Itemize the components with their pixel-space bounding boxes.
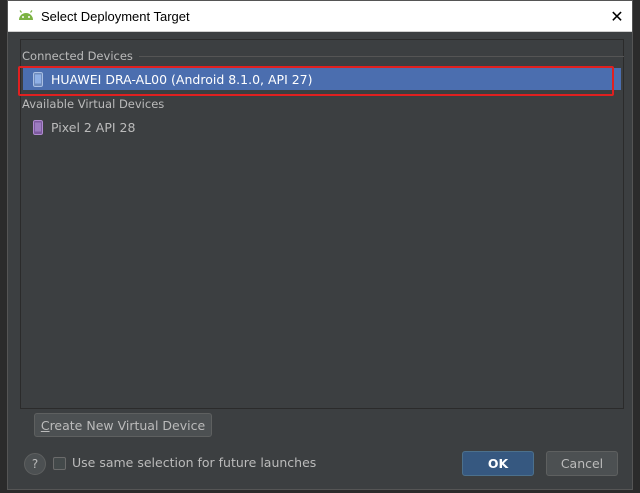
same-selection-label[interactable]: Use same selection for future launches bbox=[72, 455, 316, 470]
select-deployment-target-dialog: Select Deployment Target ✕ Connected Dev… bbox=[7, 0, 633, 490]
phone-icon bbox=[33, 119, 43, 135]
create-button-label: reate New Virtual Device bbox=[49, 417, 206, 433]
background-ide-right bbox=[632, 0, 640, 493]
connected-devices-label: Connected Devices bbox=[22, 49, 133, 63]
dialog-title: Select Deployment Target bbox=[41, 8, 190, 24]
device-list: Connected Devices HUAWEI DRA-AL00 (Andro… bbox=[18, 39, 624, 409]
android-icon bbox=[19, 10, 33, 20]
divider bbox=[138, 55, 624, 57]
virtual-devices-label: Available Virtual Devices bbox=[22, 97, 165, 111]
device-row-huawei[interactable]: HUAWEI DRA-AL00 (Android 8.1.0, API 27) bbox=[23, 68, 621, 90]
virtual-devices-header: Available Virtual Devices bbox=[22, 96, 624, 112]
dialog-titlebar: Select Deployment Target ✕ bbox=[8, 1, 632, 32]
create-virtual-device-button[interactable]: Create New Virtual Device bbox=[34, 413, 212, 437]
same-selection-checkbox[interactable] bbox=[53, 457, 66, 470]
close-icon[interactable]: ✕ bbox=[602, 1, 632, 31]
device-label: Pixel 2 API 28 bbox=[51, 119, 136, 135]
device-row-pixel2[interactable]: Pixel 2 API 28 bbox=[23, 116, 621, 138]
cancel-button[interactable]: Cancel bbox=[546, 451, 618, 476]
device-label: HUAWEI DRA-AL00 (Android 8.1.0, API 27) bbox=[51, 71, 313, 87]
ok-button[interactable]: OK bbox=[462, 451, 534, 476]
create-button-mnemonic: C bbox=[40, 417, 50, 433]
connected-devices-header: Connected Devices bbox=[22, 48, 624, 64]
phone-icon bbox=[33, 71, 43, 87]
help-icon[interactable]: ? bbox=[24, 453, 46, 475]
